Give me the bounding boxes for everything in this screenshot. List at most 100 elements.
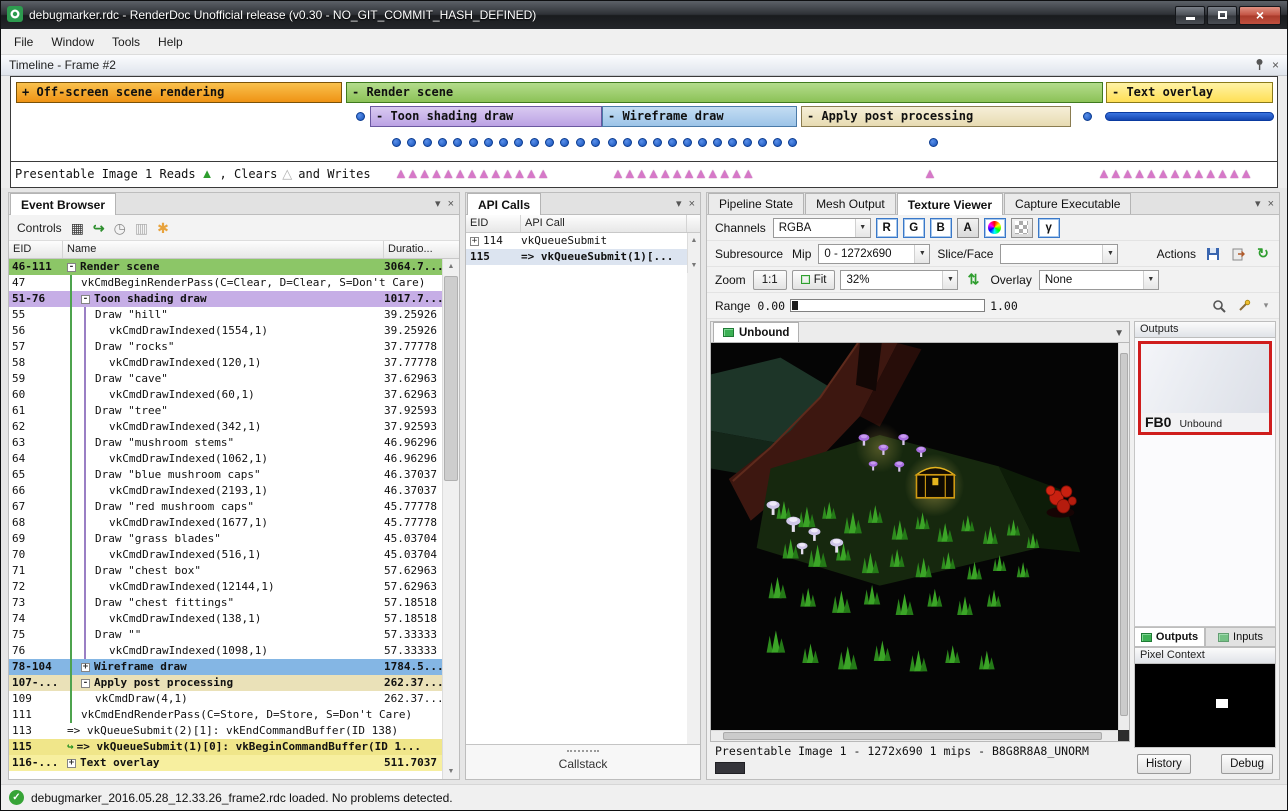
- colorwheel-button[interactable]: [984, 218, 1006, 238]
- draw-marker-dot[interactable]: [530, 138, 539, 147]
- column-name[interactable]: Name: [63, 241, 384, 258]
- draw-marker-dot[interactable]: [514, 138, 523, 147]
- draw-marker-dot[interactable]: [728, 138, 737, 147]
- bookmark-icon[interactable]: ✱: [157, 221, 169, 235]
- draw-marker-dot[interactable]: [356, 112, 365, 121]
- scroll-thumb[interactable]: [723, 732, 1102, 740]
- draw-marker-dot[interactable]: [469, 138, 478, 147]
- zoom-fit-button[interactable]: Fit: [792, 270, 836, 290]
- column-api-call[interactable]: API Call: [521, 215, 687, 232]
- menu-help[interactable]: Help: [149, 31, 192, 53]
- draw-marker-dot[interactable]: [683, 138, 692, 147]
- scroll-down-icon[interactable]: ▼: [688, 258, 700, 273]
- draw-marker-dot[interactable]: [653, 138, 662, 147]
- event-row[interactable]: 57Draw "rocks"37.77778: [9, 339, 442, 355]
- collapse-icon[interactable]: -: [81, 295, 90, 304]
- panel-close-icon[interactable]: ×: [1268, 198, 1274, 210]
- timeline-bar-post[interactable]: - Apply post processing: [801, 106, 1071, 127]
- timeline-canvas[interactable]: + Off-screen scene rendering - Render sc…: [10, 76, 1278, 188]
- panel-close-icon[interactable]: ×: [448, 198, 454, 210]
- event-row[interactable]: 109vkCmdDraw(4,1)262.37...: [9, 691, 442, 707]
- column-duration[interactable]: Duratio...: [384, 241, 442, 258]
- timeline-bar-wireframe[interactable]: - Wireframe draw: [602, 106, 797, 127]
- time-durations-icon[interactable]: ◷: [114, 221, 126, 235]
- scroll-up-icon[interactable]: ▲: [688, 233, 700, 248]
- event-row[interactable]: 116-...+Text overlay511.7037: [9, 755, 442, 771]
- column-eid[interactable]: EID: [9, 241, 63, 258]
- event-row[interactable]: 47vkCmdBeginRenderPass(C=Clear, D=Clear,…: [9, 275, 442, 291]
- event-row[interactable]: 111vkCmdEndRenderPass(C=Store, D=Store, …: [9, 707, 442, 723]
- close-button[interactable]: ×: [1239, 6, 1281, 25]
- tab-outputs[interactable]: Outputs: [1134, 627, 1205, 647]
- event-row[interactable]: 64vkCmdDrawIndexed(1062,1)46.96296: [9, 451, 442, 467]
- scroll-thumb[interactable]: [444, 276, 458, 481]
- draw-marker-dot[interactable]: [638, 138, 647, 147]
- timeline-bar-text-overlay[interactable]: - Text overlay: [1106, 82, 1273, 103]
- draw-marker-dot[interactable]: [743, 138, 752, 147]
- event-row[interactable]: 51-76-Toon shading draw1017.7...: [9, 291, 442, 307]
- range-handle[interactable]: [792, 301, 798, 310]
- draw-marker-dot[interactable]: [929, 138, 938, 147]
- pin-icon[interactable]: [1255, 58, 1264, 73]
- draw-marker-dot[interactable]: [484, 138, 493, 147]
- splitter-grip[interactable]: [567, 750, 599, 752]
- range-min-value[interactable]: 0.00: [757, 299, 785, 313]
- collapse-icon[interactable]: -: [81, 679, 90, 688]
- event-row[interactable]: 59Draw "cave"37.62963: [9, 371, 442, 387]
- close-icon[interactable]: ×: [1272, 58, 1279, 72]
- tab-texture-viewer[interactable]: Texture Viewer: [897, 193, 1003, 215]
- event-row[interactable]: 71Draw "chest box"57.62963: [9, 563, 442, 579]
- event-row[interactable]: 60vkCmdDrawIndexed(60,1)37.62963: [9, 387, 442, 403]
- pixel-context-view[interactable]: [1134, 664, 1276, 748]
- event-row[interactable]: 68vkCmdDrawIndexed(1677,1)45.77778: [9, 515, 442, 531]
- draw-marker-dot[interactable]: [623, 138, 632, 147]
- tab-mesh-output[interactable]: Mesh Output: [805, 193, 896, 214]
- event-row[interactable]: 70vkCmdDrawIndexed(516,1)45.03704: [9, 547, 442, 563]
- event-row[interactable]: 58vkCmdDrawIndexed(120,1)37.77778: [9, 355, 442, 371]
- draw-marker-dot[interactable]: [773, 138, 782, 147]
- menu-file[interactable]: File: [5, 31, 42, 53]
- tab-pipeline-state[interactable]: Pipeline State: [708, 193, 804, 214]
- range-slider[interactable]: [790, 299, 985, 312]
- debug-button[interactable]: Debug: [1221, 754, 1273, 774]
- range-max-value[interactable]: 1.00: [990, 299, 1018, 313]
- texture-hscrollbar[interactable]: [711, 730, 1118, 741]
- event-row[interactable]: 107-...-Apply post processing262.37...: [9, 675, 442, 691]
- panel-menu-icon[interactable]: ▾: [435, 197, 441, 210]
- menu-window[interactable]: Window: [42, 31, 103, 53]
- zoom-combo[interactable]: 32%▼: [840, 270, 958, 290]
- event-row[interactable]: 78-104+Wireframe draw1784.5...: [9, 659, 442, 675]
- draw-marker-dot[interactable]: [668, 138, 677, 147]
- draw-marker-dot[interactable]: [788, 138, 797, 147]
- event-row[interactable]: 63Draw "mushroom stems"46.96296: [9, 435, 442, 451]
- texture-vscrollbar[interactable]: [1118, 343, 1129, 730]
- title-bar[interactable]: debugmarker.rdc - RenderDoc Unofficial r…: [1, 1, 1287, 29]
- event-row[interactable]: 76vkCmdDrawIndexed(1098,1)57.33333: [9, 643, 442, 659]
- tab-api-calls[interactable]: API Calls: [467, 193, 541, 215]
- texture-list-dropdown-icon[interactable]: ▼: [1109, 328, 1129, 342]
- channel-a-button[interactable]: A: [957, 218, 979, 238]
- collapse-icon[interactable]: -: [67, 263, 76, 272]
- event-row[interactable]: 46-111-Render scene3064.7...: [9, 259, 442, 275]
- event-row[interactable]: 67Draw "red mushroom caps"45.77778: [9, 499, 442, 515]
- texture-display[interactable]: [710, 342, 1130, 742]
- panel-menu-icon[interactable]: ▾: [676, 197, 682, 210]
- timeline-bar-render-scene[interactable]: - Render scene: [346, 82, 1103, 103]
- mip-combo[interactable]: 0 - 1272x690▼: [818, 244, 930, 264]
- event-row[interactable]: 61Draw "tree"37.92593: [9, 403, 442, 419]
- save-icon[interactable]: [1203, 244, 1223, 264]
- channels-combo[interactable]: RGBA▼: [773, 218, 871, 238]
- draw-marker-dot[interactable]: [1083, 112, 1092, 121]
- event-row[interactable]: 66vkCmdDrawIndexed(2193,1)46.37037: [9, 483, 442, 499]
- draw-marker-dot[interactable]: [407, 138, 416, 147]
- event-browser-scrollbar[interactable]: ▲ ▼: [442, 259, 459, 779]
- column-eid[interactable]: EID: [466, 215, 521, 232]
- zoom-1to1-button[interactable]: 1:1: [753, 270, 787, 290]
- draw-marker-dot[interactable]: [438, 138, 447, 147]
- goto-eid-icon[interactable]: ↪: [93, 221, 105, 235]
- flip-y-icon[interactable]: ⇅: [963, 270, 983, 290]
- event-row[interactable]: 74vkCmdDrawIndexed(138,1)57.18518: [9, 611, 442, 627]
- zoom-range-icon[interactable]: [1209, 296, 1229, 316]
- gamma-button[interactable]: γ: [1038, 218, 1060, 238]
- draw-marker-dot[interactable]: [591, 138, 600, 147]
